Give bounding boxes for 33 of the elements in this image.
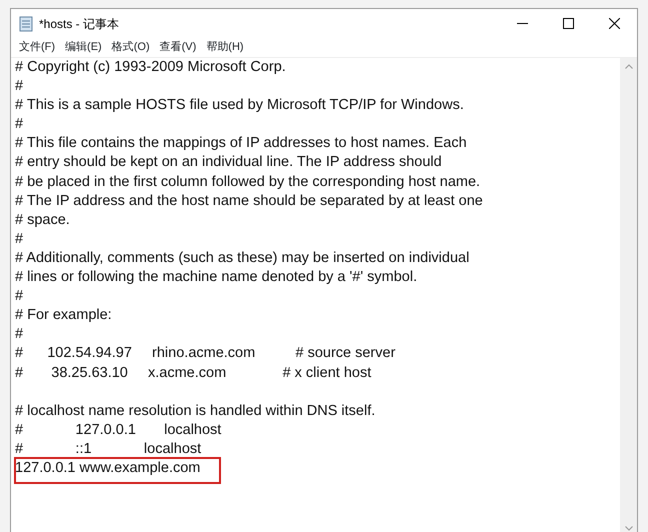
text-line: # 127.0.0.1 localhost (15, 422, 222, 438)
text-line: # 38.25.63.10 x.acme.com # x client host (15, 364, 372, 380)
text-line: # (15, 116, 24, 132)
close-icon (608, 18, 620, 29)
text-line: # (15, 78, 24, 94)
text-line: # (15, 288, 24, 304)
text-line: # entry should be kept on an individual line. The IP address should (15, 154, 442, 170)
text-line: # lines or following the machine name denoted by a '#' symbol. (15, 269, 418, 286)
text-line: 127.0.0.1 www.example.com (15, 460, 200, 476)
notepad-icon (19, 16, 33, 32)
text-line: # (15, 326, 24, 342)
menu-item[interactable]: 文件(F) (17, 39, 62, 56)
text-line: # The IP address and the host name should be separated by at least one (15, 192, 483, 209)
text-line: # space. (15, 212, 70, 228)
menu-item[interactable]: 帮助(H) (204, 39, 250, 56)
text-line: # 102.54.94.97 rhino.acme.com # source server (15, 345, 396, 362)
vertical-scrollbar[interactable] (620, 58, 637, 532)
text-line: # be placed in the first column followed by the corresponding host name. (15, 174, 480, 190)
text-line: # This is a sample HOSTS file used by Microsoft TCP/IP for Windows. (15, 97, 464, 114)
scroll-up-icon[interactable] (624, 64, 632, 69)
menu-item[interactable]: 编辑(E) (63, 39, 108, 56)
text-line: # (15, 230, 24, 247)
text-line: # Additionally, comments (such as these) may be inserted on individual (15, 250, 470, 266)
menu-item[interactable]: 查看(V) (158, 39, 202, 56)
text-line: # Copyright (c) 1993-2009 Microsoft Corp. (15, 59, 286, 75)
scroll-down-icon[interactable] (624, 526, 632, 531)
text-line: # ::1 localhost (15, 440, 202, 457)
menu-item[interactable]: 格式(O) (110, 39, 156, 56)
window-title: *hosts - 记事本 (39, 16, 120, 32)
text-line: # This file contains the mappings of IP addresses to host names. Each (15, 135, 467, 152)
maximize-icon (562, 18, 574, 29)
text-line: # localhost name resolution is handled within DNS itself. (15, 402, 376, 419)
text-line: # For example: (15, 307, 112, 324)
